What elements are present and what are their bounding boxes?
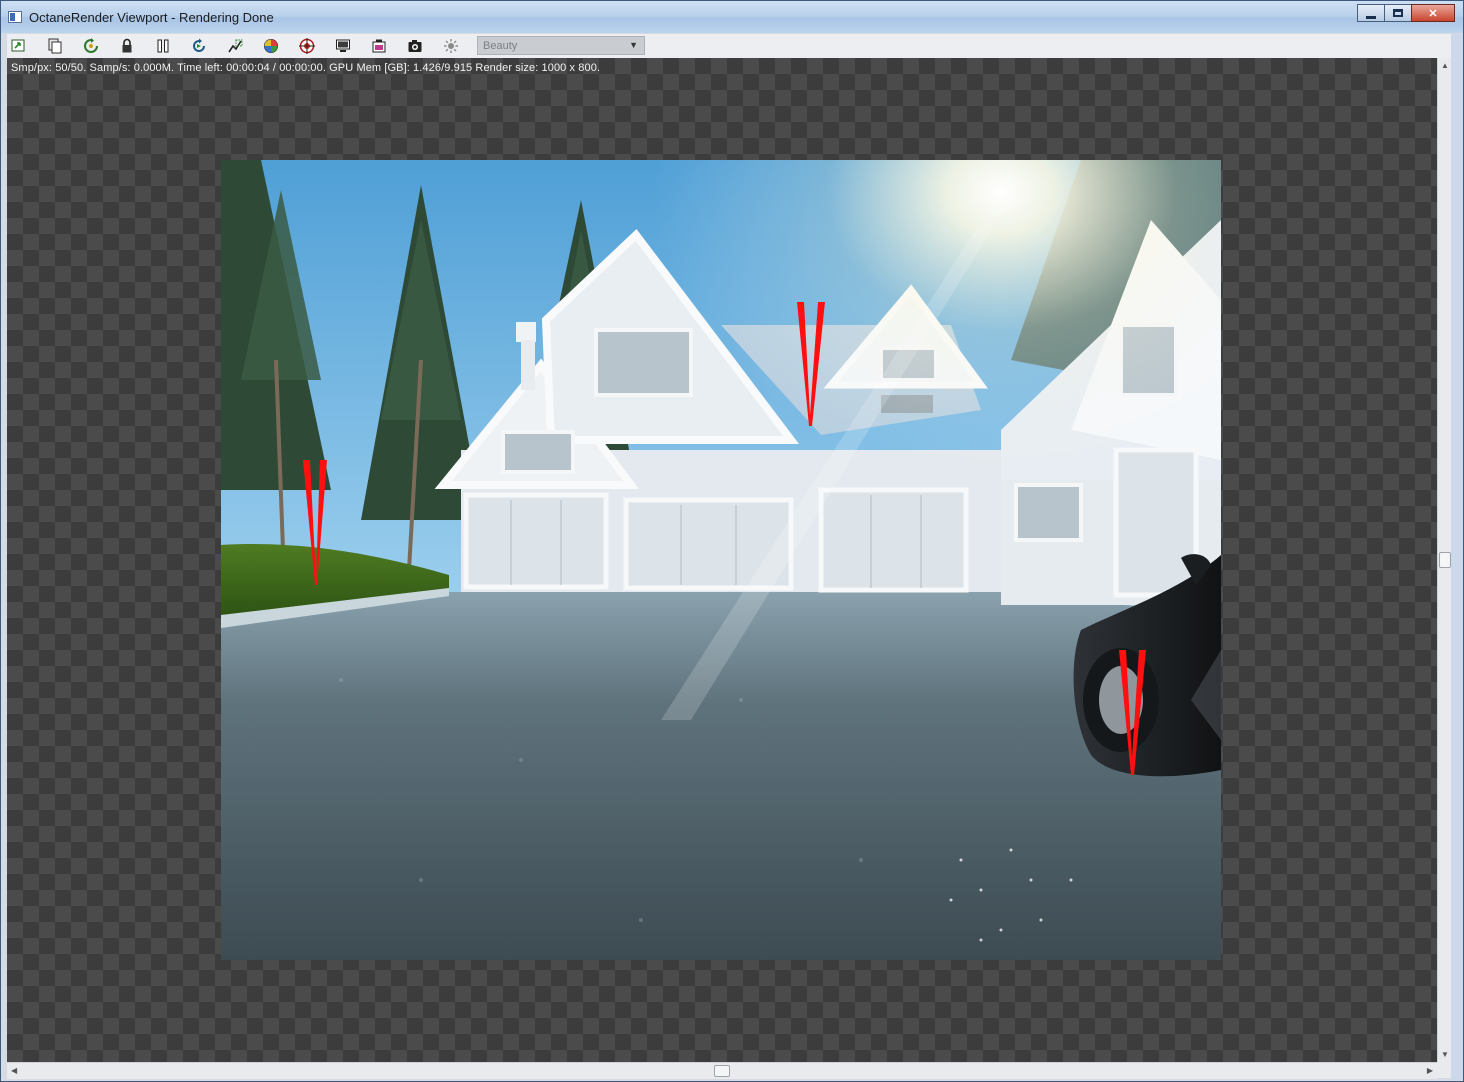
- copy-image-button[interactable]: [45, 37, 65, 55]
- refresh-button[interactable]: [81, 37, 101, 55]
- horizontal-scrollbar[interactable]: ◀ ▶: [7, 1062, 1437, 1079]
- snapshot-icon: [408, 40, 422, 52]
- snapshot-button[interactable]: [405, 37, 425, 55]
- minimize-icon: [1366, 15, 1376, 19]
- clay-mode-icon: [372, 39, 386, 53]
- render-status-line: Smp/px: 50/50. Samp/s: 0.000M. Time left…: [11, 62, 601, 74]
- title-bar[interactable]: OctaneRender Viewport - Rendering Done ✕: [1, 1, 1463, 33]
- scroll-left-icon[interactable]: ◀: [11, 1066, 17, 1075]
- close-button[interactable]: ✕: [1411, 4, 1455, 22]
- clay-mode-button[interactable]: [369, 37, 389, 55]
- refresh-icon: [84, 38, 98, 53]
- viewport-toolbar: Beauty ▼: [7, 34, 1451, 59]
- render-pass-select[interactable]: Beauty ▼: [477, 36, 645, 55]
- restart-button[interactable]: [189, 37, 209, 55]
- lock-icon: [122, 38, 132, 53]
- send-scene-button[interactable]: [9, 37, 29, 55]
- focus-picker-button[interactable]: [297, 37, 317, 55]
- sun-settings-icon: [444, 39, 458, 53]
- color-picker-button[interactable]: [261, 37, 281, 55]
- maximize-icon: [1393, 9, 1403, 17]
- display-button[interactable]: [333, 37, 353, 55]
- close-icon: ✕: [1428, 7, 1438, 20]
- region-render-icon: [228, 39, 243, 53]
- focus-picker-icon: [299, 38, 315, 54]
- sun-settings-button[interactable]: [441, 37, 461, 55]
- send-scene-icon: [11, 39, 25, 52]
- display-icon: [336, 39, 350, 52]
- render-image-svg: [221, 160, 1221, 960]
- window-title: OctaneRender Viewport - Rendering Done: [29, 10, 274, 25]
- pause-icon: [157, 39, 169, 53]
- window-controls: ✕: [1357, 4, 1455, 22]
- render-image[interactable]: [221, 160, 1221, 960]
- restart-icon: [193, 38, 205, 52]
- chevron-down-icon: ▼: [629, 40, 638, 50]
- lock-button[interactable]: [117, 37, 137, 55]
- scroll-down-icon[interactable]: ▼: [1441, 1050, 1449, 1059]
- vertical-scrollbar[interactable]: ▲ ▼: [1437, 58, 1452, 1062]
- region-render-button[interactable]: [225, 37, 245, 55]
- vertical-scroll-thumb[interactable]: [1439, 552, 1451, 568]
- app-icon: [8, 11, 22, 23]
- octane-viewport-window: OctaneRender Viewport - Rendering Done ✕: [0, 0, 1464, 1082]
- minimize-button[interactable]: [1357, 4, 1385, 22]
- window-frame-right: [1451, 34, 1463, 1080]
- render-viewport[interactable]: Smp/px: 50/50. Samp/s: 0.000M. Time left…: [7, 58, 1437, 1062]
- scrollbar-corner: [1437, 1062, 1451, 1078]
- color-picker-icon: [264, 39, 278, 53]
- render-pass-select-value: Beauty: [483, 40, 518, 52]
- scroll-right-icon[interactable]: ▶: [1427, 1066, 1433, 1075]
- pause-button[interactable]: [153, 37, 173, 55]
- maximize-button[interactable]: [1384, 4, 1412, 22]
- scroll-up-icon[interactable]: ▲: [1441, 61, 1449, 70]
- horizontal-scroll-thumb[interactable]: [714, 1065, 730, 1077]
- copy-image-icon: [48, 38, 62, 54]
